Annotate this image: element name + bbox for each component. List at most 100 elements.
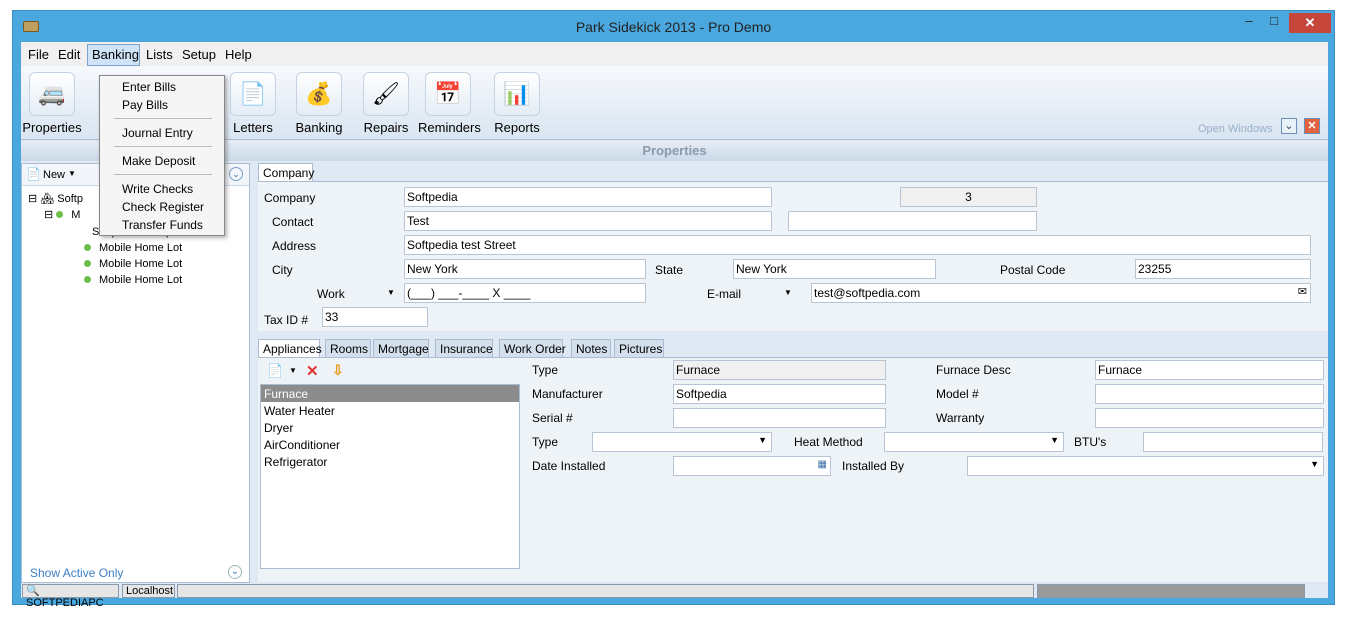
- postal-code-label: Postal Code: [1000, 263, 1066, 277]
- list-item[interactable]: Dryer: [261, 419, 519, 436]
- tab-appliances[interactable]: Appliances: [258, 339, 322, 357]
- new-button[interactable]: New: [43, 169, 65, 181]
- menu-file[interactable]: File: [28, 47, 49, 62]
- menu-edit[interactable]: Edit: [58, 47, 80, 62]
- installed-by-select[interactable]: ▼: [967, 456, 1324, 476]
- minimize-button[interactable]: –: [1238, 13, 1260, 33]
- menu-setup[interactable]: Setup: [182, 47, 216, 62]
- maximize-button[interactable]: □: [1263, 13, 1285, 33]
- chevron-down-icon[interactable]: ⌄: [228, 565, 242, 579]
- type2-label: Type: [532, 435, 559, 449]
- tab-work-order[interactable]: Work Order: [499, 339, 566, 357]
- menu-banking[interactable]: Banking: [92, 47, 139, 62]
- menu-make-deposit[interactable]: Make Deposit: [122, 154, 195, 168]
- phone-type-label[interactable]: Work: [317, 287, 345, 301]
- list-item[interactable]: Furnace: [261, 385, 519, 402]
- property-id-field: 3: [900, 187, 1037, 207]
- list-item[interactable]: AirConditioner: [261, 436, 519, 453]
- menu-journal-entry[interactable]: Journal Entry: [122, 126, 193, 140]
- move-down-icon[interactable]: ⇩: [332, 362, 344, 379]
- manufacturer-field[interactable]: Softpedia: [673, 384, 886, 404]
- postal-code-field[interactable]: 23255: [1135, 259, 1311, 279]
- calendar-picker-icon[interactable]: ▦: [818, 459, 827, 470]
- money-bag-icon: 💰: [296, 72, 342, 116]
- tree-node-label: M: [71, 209, 81, 221]
- tax-id-field[interactable]: 33: [322, 307, 428, 327]
- chevron-down-icon: ▼: [1050, 435, 1059, 445]
- reports-icon: 📊: [494, 72, 540, 116]
- tab-pictures[interactable]: Pictures: [614, 339, 664, 357]
- company-label: Company: [264, 191, 316, 205]
- address-label: Address: [272, 239, 317, 253]
- menu-help[interactable]: Help: [225, 47, 252, 62]
- ribbon-reports-button[interactable]: 📊 Reports: [492, 72, 542, 135]
- delete-icon[interactable]: ✕: [306, 362, 319, 380]
- collapse-icon[interactable]: ⌄: [229, 167, 243, 181]
- ribbon-repairs-button[interactable]: 🖌 Repairs: [361, 72, 411, 135]
- tree-node-lot[interactable]: Mobile Home Lot: [84, 274, 182, 286]
- btu-field[interactable]: [1143, 432, 1323, 452]
- address-field[interactable]: Softpedia test Street: [404, 235, 1311, 255]
- phone-field[interactable]: (___) ___-____ X ____: [404, 283, 646, 303]
- list-item[interactable]: Refrigerator: [261, 453, 519, 470]
- ribbon-properties-button[interactable]: 🚐 Properties: [22, 72, 82, 135]
- company-field[interactable]: Softpedia: [404, 187, 772, 207]
- email-type-label[interactable]: E-mail: [707, 287, 741, 301]
- chevron-down-icon[interactable]: ▼: [387, 288, 395, 297]
- type-select[interactable]: ▼: [592, 432, 772, 452]
- menu-transfer-funds[interactable]: Transfer Funds: [122, 218, 203, 232]
- state-field[interactable]: New York: [733, 259, 936, 279]
- menu-enter-bills[interactable]: Enter Bills: [122, 80, 176, 94]
- paint-roller-icon: 🖌: [363, 72, 409, 116]
- tab-mortgage[interactable]: Mortgage: [373, 339, 429, 357]
- menu-bar: File Edit Banking Lists Setup Help: [21, 42, 1328, 66]
- email-envelope-icon[interactable]: ✉: [1298, 285, 1307, 298]
- menu-lists[interactable]: Lists: [146, 47, 173, 62]
- menu-pay-bills[interactable]: Pay Bills: [122, 98, 168, 112]
- email-field[interactable]: test@softpedia.com ✉: [811, 283, 1311, 303]
- chevron-down-icon[interactable]: ▼: [68, 169, 76, 178]
- ribbon-label: Letters: [233, 120, 273, 135]
- chevron-down-icon: ▼: [758, 435, 767, 445]
- chevron-down-icon[interactable]: ▼: [784, 288, 792, 297]
- tree-node-label: Mobile Home Lot: [99, 242, 183, 254]
- contact-field[interactable]: Test: [404, 211, 772, 231]
- city-field[interactable]: New York: [404, 259, 646, 279]
- chevron-down-icon[interactable]: ▼: [289, 366, 297, 375]
- status-progress: [1037, 584, 1305, 598]
- model-label: Model #: [936, 387, 979, 401]
- new-doc-icon[interactable]: 📄: [26, 167, 41, 181]
- ribbon-letters-button[interactable]: 📄 Letters: [228, 72, 278, 135]
- tab-rooms[interactable]: Rooms: [325, 339, 371, 357]
- tree-node-lot[interactable]: Mobile Home Lot: [84, 242, 182, 254]
- menu-write-checks[interactable]: Write Checks: [122, 182, 193, 196]
- contact-extra-field[interactable]: [788, 211, 1037, 231]
- menu-check-register[interactable]: Check Register: [122, 200, 204, 214]
- warranty-field[interactable]: [1095, 408, 1324, 428]
- tree-node-root[interactable]: ⊟ 🏘 Softp: [28, 192, 83, 205]
- tab-notes[interactable]: Notes: [571, 339, 611, 357]
- date-installed-field[interactable]: ▦: [673, 456, 831, 476]
- list-item[interactable]: Water Heater: [261, 402, 519, 419]
- ribbon-banking-button[interactable]: 💰 Banking: [294, 72, 344, 135]
- tree-node-group[interactable]: ⊟ M: [44, 208, 80, 221]
- ribbon-label: Reminders: [418, 120, 481, 135]
- tab-insurance[interactable]: Insurance: [435, 339, 493, 357]
- green-dot-icon: [84, 276, 91, 283]
- type-field[interactable]: Furnace: [673, 360, 886, 380]
- close-windows-icon[interactable]: ✕: [1304, 118, 1320, 134]
- show-active-only-link[interactable]: Show Active Only: [30, 566, 123, 580]
- tab-company[interactable]: Company: [258, 163, 314, 181]
- heat-method-select[interactable]: ▼: [884, 432, 1064, 452]
- open-windows-label[interactable]: Open Windows: [1198, 123, 1273, 135]
- expand-windows-icon[interactable]: ⌄: [1281, 118, 1297, 134]
- furnace-desc-field[interactable]: Furnace: [1095, 360, 1324, 380]
- close-button[interactable]: ✕: [1289, 13, 1331, 33]
- new-appliance-icon[interactable]: 📄: [267, 363, 283, 379]
- tree-node-lot[interactable]: Mobile Home Lot: [84, 258, 182, 270]
- ribbon-reminders-button[interactable]: 📅 Reminders: [418, 72, 481, 135]
- model-field[interactable]: [1095, 384, 1324, 404]
- serial-label: Serial #: [532, 411, 573, 425]
- serial-field[interactable]: [673, 408, 886, 428]
- title-bar[interactable]: Park Sidekick 2013 - Pro Demo – □ ✕: [13, 11, 1334, 41]
